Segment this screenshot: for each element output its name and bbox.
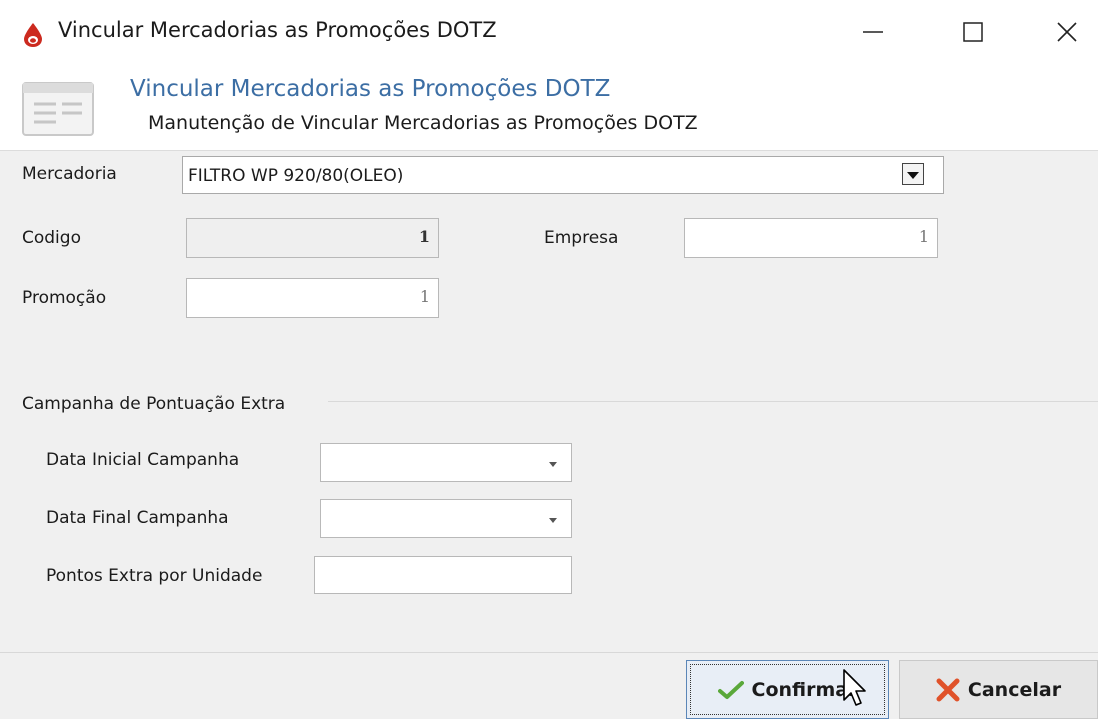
mercadoria-label: Mercadoria bbox=[22, 164, 117, 184]
data-final-label: Data Final Campanha bbox=[46, 508, 229, 528]
cancel-button[interactable]: Cancelar bbox=[899, 660, 1098, 719]
header-subtitle: Manutenção de Vincular Mercadorias as Pr… bbox=[148, 112, 698, 134]
chevron-down-icon bbox=[907, 165, 919, 184]
minimize-icon bbox=[863, 22, 883, 46]
data-inicial-picker[interactable] bbox=[320, 443, 572, 482]
codigo-field[interactable]: 1 bbox=[186, 218, 439, 258]
window-title: Vincular Mercadorias as Promoções DOTZ bbox=[58, 18, 497, 42]
drop-icon bbox=[22, 22, 44, 48]
mercadoria-value: FILTRO WP 920/80(OLEO) bbox=[188, 166, 404, 186]
footer-divider bbox=[0, 652, 1098, 653]
maximize-button[interactable] bbox=[948, 12, 998, 56]
close-button[interactable] bbox=[1042, 12, 1092, 56]
data-final-picker[interactable] bbox=[320, 499, 572, 538]
empresa-label: Empresa bbox=[544, 228, 619, 248]
close-icon bbox=[1056, 21, 1078, 47]
empresa-field[interactable]: 1 bbox=[684, 218, 938, 258]
form-icon bbox=[22, 82, 94, 136]
promocao-field[interactable]: 1 bbox=[186, 278, 439, 318]
maximize-icon bbox=[962, 21, 984, 47]
mercadoria-dropdown-button[interactable] bbox=[902, 163, 924, 185]
promocao-label: Promoção bbox=[22, 288, 107, 308]
codigo-label: Codigo bbox=[22, 228, 81, 248]
data-inicial-label: Data Inicial Campanha bbox=[46, 450, 240, 470]
chevron-down-icon bbox=[549, 518, 557, 523]
cancel-label: Cancelar bbox=[967, 678, 1062, 701]
chevron-down-icon bbox=[549, 462, 557, 467]
mouse-cursor-icon bbox=[842, 668, 868, 708]
header-title: Vincular Mercadorias as Promoções DOTZ bbox=[130, 76, 611, 102]
pontos-extra-field[interactable] bbox=[314, 556, 572, 594]
check-icon bbox=[717, 680, 744, 700]
campanha-group-title: Campanha de Pontuação Extra bbox=[22, 394, 286, 414]
x-icon bbox=[936, 678, 960, 702]
pontos-extra-label: Pontos Extra por Unidade bbox=[46, 566, 263, 586]
group-divider bbox=[328, 401, 1098, 402]
minimize-button[interactable] bbox=[848, 12, 898, 56]
